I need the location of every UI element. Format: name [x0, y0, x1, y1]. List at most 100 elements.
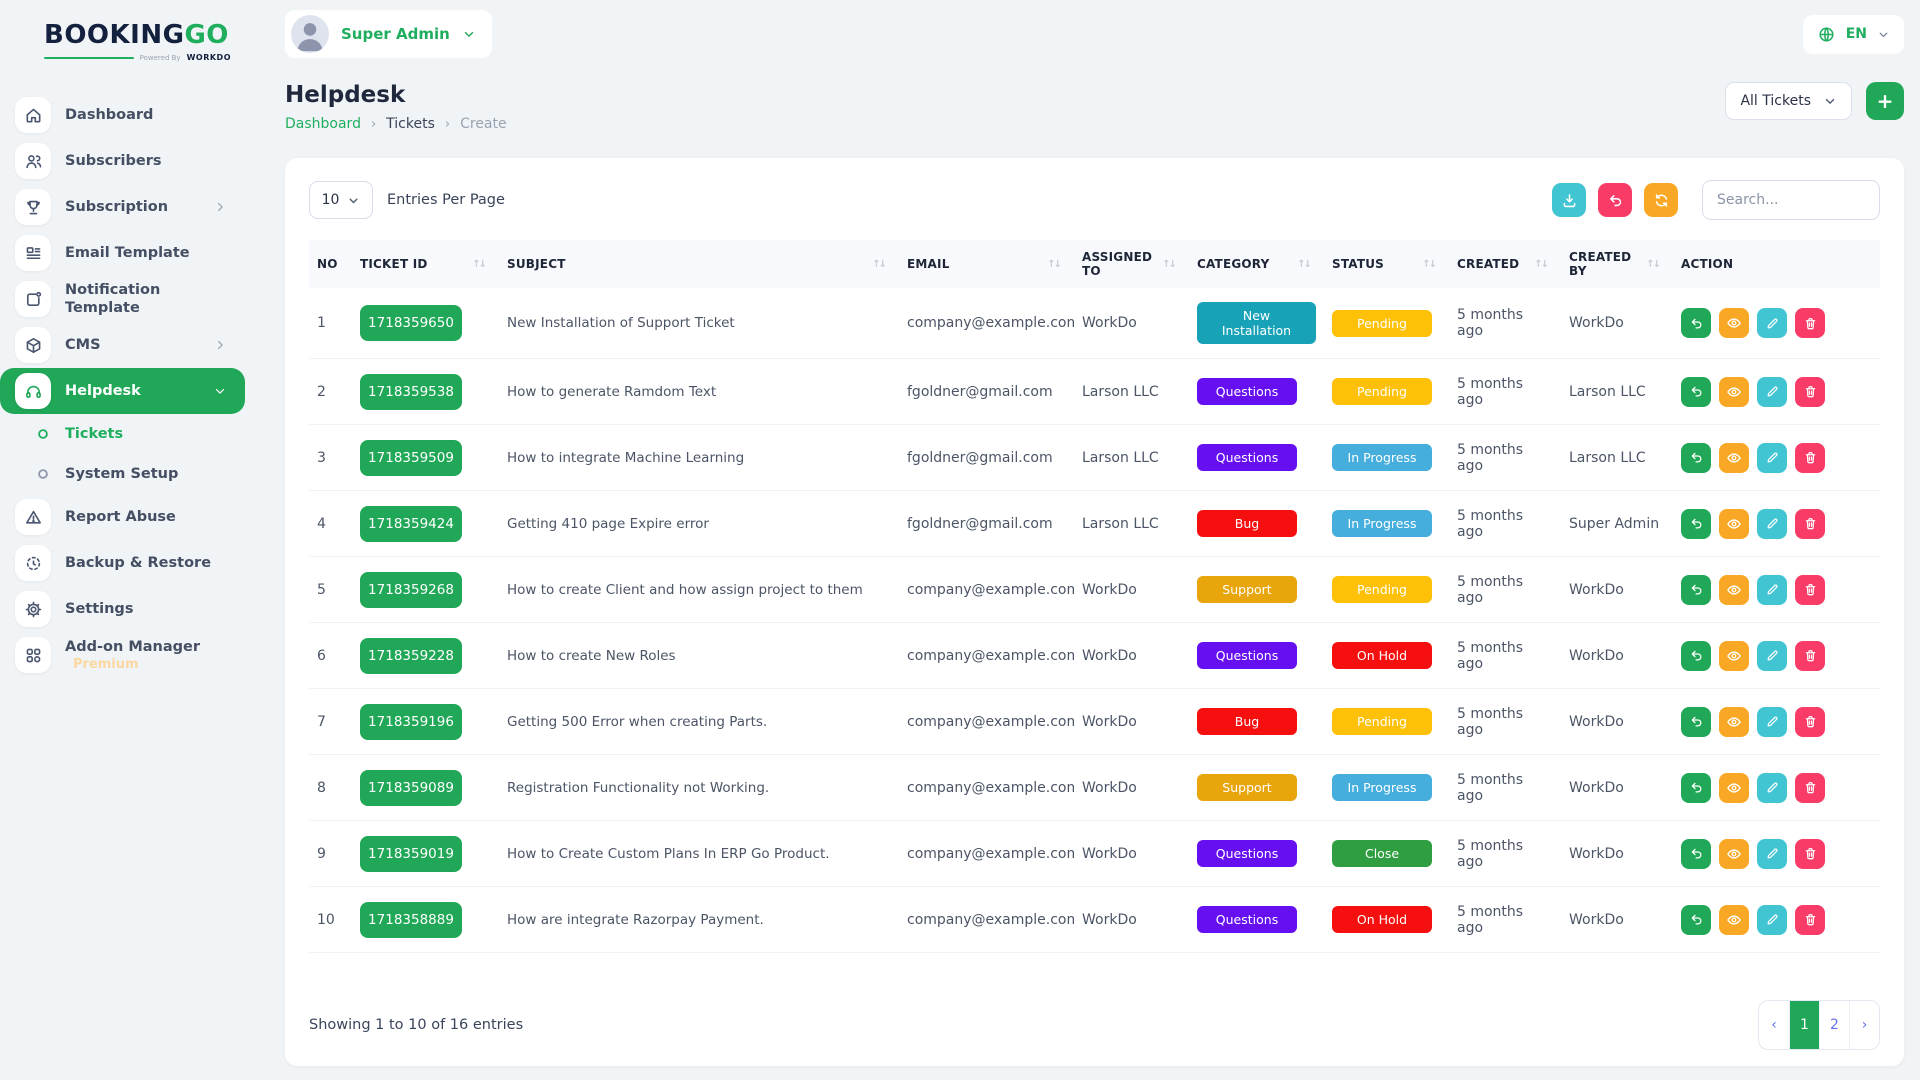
edit-button[interactable]	[1757, 839, 1787, 869]
sidebar-item-helpdesk[interactable]: Helpdesk	[0, 368, 245, 414]
sort-icon[interactable]: ↑↓	[472, 259, 491, 270]
column-header-ticket-id[interactable]: TICKET ID↑↓	[352, 240, 499, 288]
sidebar-item-subscription[interactable]: Subscription	[0, 184, 245, 230]
view-button[interactable]	[1719, 839, 1749, 869]
logo[interactable]: BOOKINGGO Powered By WORKDO	[0, 14, 255, 62]
delete-button[interactable]	[1795, 707, 1825, 737]
column-header-created-by[interactable]: CREATED BY↑↓	[1561, 240, 1673, 288]
delete-button[interactable]	[1795, 575, 1825, 605]
next-page-button[interactable]: ›	[1849, 1001, 1879, 1049]
delete-button[interactable]	[1795, 641, 1825, 671]
edit-button[interactable]	[1757, 641, 1787, 671]
breadcrumb-tickets[interactable]: Tickets	[386, 116, 435, 132]
delete-button[interactable]	[1795, 308, 1825, 338]
page-button-1[interactable]: 1	[1789, 1001, 1819, 1049]
view-button[interactable]	[1719, 308, 1749, 338]
sort-icon[interactable]: ↑↓	[1646, 259, 1665, 270]
ticket-id-badge[interactable]: 1718359509	[360, 440, 462, 476]
sidebar-item-system-setup[interactable]: System Setup	[0, 454, 255, 494]
edit-button[interactable]	[1757, 443, 1787, 473]
row-number: 10	[309, 887, 352, 953]
ticket-id-badge[interactable]: 1718359019	[360, 836, 462, 872]
sort-icon[interactable]: ↑↓	[872, 259, 891, 270]
column-header-category[interactable]: CATEGORY↑↓	[1189, 240, 1324, 288]
sidebar-item-notification-template[interactable]: Notification Template	[0, 276, 245, 322]
prev-page-button[interactable]: ‹	[1759, 1001, 1789, 1049]
sort-icon[interactable]: ↑↓	[1422, 259, 1441, 270]
view-button[interactable]	[1719, 905, 1749, 935]
sidebar-item-backup-restore[interactable]: Backup & Restore	[0, 540, 245, 586]
page-button-2[interactable]: 2	[1819, 1001, 1849, 1049]
entries-per-page-select[interactable]: 10	[309, 181, 373, 219]
view-button[interactable]	[1719, 575, 1749, 605]
ticket-id-badge[interactable]: 1718359268	[360, 572, 462, 608]
category-badge: Bug	[1197, 510, 1297, 537]
reply-button[interactable]	[1681, 308, 1711, 338]
view-button[interactable]	[1719, 707, 1749, 737]
ticket-id-badge[interactable]: 1718359228	[360, 638, 462, 674]
sidebar-item-cms[interactable]: CMS	[0, 322, 245, 368]
edit-button[interactable]	[1757, 773, 1787, 803]
reply-button[interactable]	[1681, 377, 1711, 407]
column-header-assigned-to[interactable]: ASSIGNED TO↑↓	[1074, 240, 1189, 288]
edit-button[interactable]	[1757, 509, 1787, 539]
view-button[interactable]	[1719, 509, 1749, 539]
column-header-status[interactable]: STATUS↑↓	[1324, 240, 1449, 288]
edit-button[interactable]	[1757, 308, 1787, 338]
ticket-id-badge[interactable]: 1718359538	[360, 374, 462, 410]
column-header-email[interactable]: EMAIL↑↓	[899, 240, 1074, 288]
delete-button[interactable]	[1795, 377, 1825, 407]
view-button[interactable]	[1719, 641, 1749, 671]
view-button[interactable]	[1719, 377, 1749, 407]
delete-button[interactable]	[1795, 905, 1825, 935]
pencil-icon	[1765, 450, 1780, 465]
sidebar-item-dashboard[interactable]: Dashboard	[0, 92, 245, 138]
sidebar-item-subscribers[interactable]: Subscribers	[0, 138, 245, 184]
sort-icon[interactable]: ↑↓	[1047, 259, 1066, 270]
created-cell: 5 months ago	[1449, 288, 1561, 359]
reply-button[interactable]	[1681, 773, 1711, 803]
breadcrumb-dashboard[interactable]: Dashboard	[285, 116, 361, 132]
ticket-id-badge[interactable]: 1718359650	[360, 305, 462, 341]
ticket-id-badge[interactable]: 1718359196	[360, 704, 462, 740]
reply-button[interactable]	[1681, 707, 1711, 737]
reply-button[interactable]	[1681, 839, 1711, 869]
search-input[interactable]	[1702, 180, 1880, 220]
delete-button[interactable]	[1795, 773, 1825, 803]
reply-button[interactable]	[1681, 575, 1711, 605]
sidebar-item-settings[interactable]: Settings	[0, 586, 245, 632]
ticket-id-badge[interactable]: 1718359424	[360, 506, 462, 542]
export-button[interactable]	[1552, 183, 1586, 217]
back-button[interactable]	[1598, 183, 1632, 217]
sidebar-item-add-on-manager[interactable]: Add-on Manager Premium	[0, 632, 245, 678]
edit-button[interactable]	[1757, 905, 1787, 935]
edit-button[interactable]	[1757, 707, 1787, 737]
ticket-id-badge[interactable]: 1718359089	[360, 770, 462, 806]
subject-cell: How to generate Ramdom Text	[499, 359, 899, 425]
refresh-button[interactable]	[1644, 183, 1678, 217]
sort-icon[interactable]: ↑↓	[1297, 259, 1316, 270]
add-ticket-button[interactable]: +	[1866, 82, 1904, 120]
edit-button[interactable]	[1757, 377, 1787, 407]
view-button[interactable]	[1719, 443, 1749, 473]
delete-button[interactable]	[1795, 443, 1825, 473]
ticket-filter-select[interactable]: All Tickets	[1725, 82, 1852, 120]
sidebar-item-email-template[interactable]: Email Template	[0, 230, 245, 276]
ticket-id-badge[interactable]: 1718358889	[360, 902, 462, 938]
sort-icon[interactable]: ↑↓	[1162, 259, 1181, 270]
reply-button[interactable]	[1681, 443, 1711, 473]
edit-button[interactable]	[1757, 575, 1787, 605]
sidebar-item-report-abuse[interactable]: Report Abuse	[0, 494, 245, 540]
delete-button[interactable]	[1795, 839, 1825, 869]
delete-button[interactable]	[1795, 509, 1825, 539]
column-header-subject[interactable]: SUBJECT↑↓	[499, 240, 899, 288]
reply-button[interactable]	[1681, 641, 1711, 671]
reply-button[interactable]	[1681, 905, 1711, 935]
reply-button[interactable]	[1681, 509, 1711, 539]
sidebar-item-tickets[interactable]: Tickets	[0, 414, 255, 454]
column-header-created[interactable]: CREATED↑↓	[1449, 240, 1561, 288]
user-menu[interactable]: Super Admin	[285, 10, 492, 58]
view-button[interactable]	[1719, 773, 1749, 803]
sort-icon[interactable]: ↑↓	[1534, 259, 1553, 270]
language-selector[interactable]: EN	[1803, 15, 1904, 54]
